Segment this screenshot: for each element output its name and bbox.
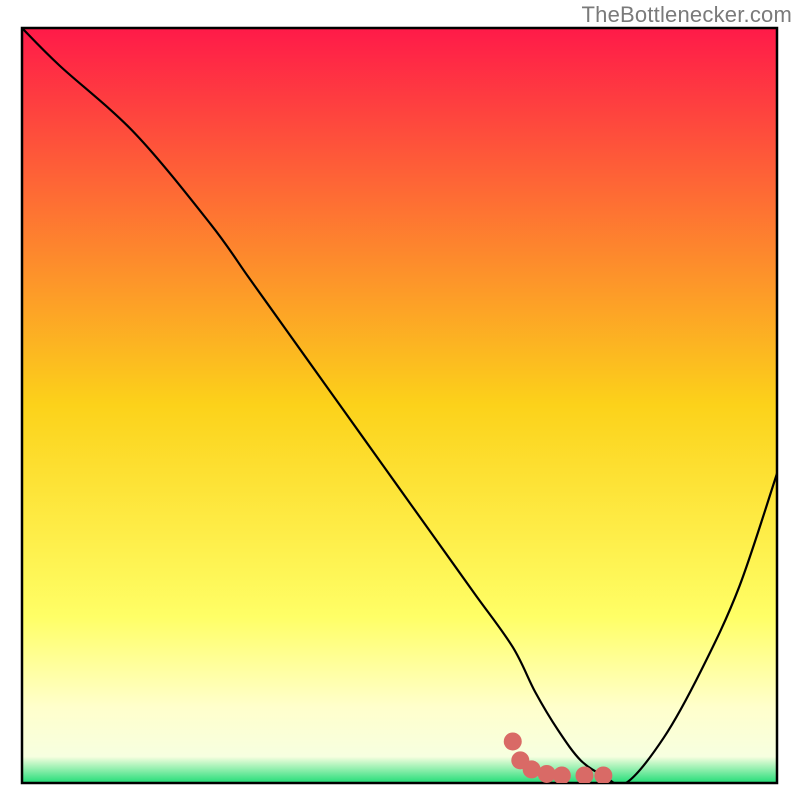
marker-point — [504, 732, 522, 750]
marker-point — [575, 766, 593, 784]
chart-background-gradient — [22, 28, 777, 783]
attribution-text: TheBottlenecker.com — [582, 2, 792, 28]
marker-point — [594, 766, 612, 784]
marker-point — [553, 766, 571, 784]
bottleneck-chart — [0, 0, 800, 800]
